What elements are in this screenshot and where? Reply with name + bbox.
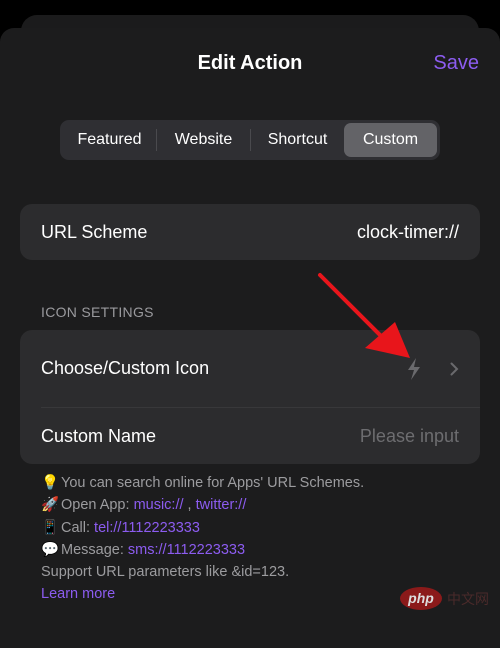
separator: , [183, 497, 196, 514]
segmented-control: Featured Website Shortcut Custom [60, 120, 440, 160]
watermark-logo: php [400, 587, 442, 610]
custom-name-label: Custom Name [41, 425, 157, 446]
page-title: Edit Action [197, 52, 303, 74]
help-line-call: 📱 Call: tel://1112223333 [41, 517, 364, 539]
url-scheme-input[interactable]: clock-timer:// [357, 222, 459, 243]
help-line-params: Support URL parameters like &id=123. [41, 564, 290, 581]
help-text: 💡 You can search online for Apps' URL Sch… [41, 472, 364, 606]
twitter-link[interactable]: twitter:// [196, 497, 247, 513]
sms-link[interactable]: sms://1112223333 [128, 542, 245, 558]
tab-website[interactable]: Website [157, 123, 250, 157]
speech-bubble-icon: 💬 [41, 541, 60, 558]
watermark-text: 中文网 [447, 590, 489, 607]
message-label: Message: [61, 541, 128, 558]
choose-icon-label: Choose/Custom Icon [41, 358, 210, 378]
save-button[interactable]: Save [433, 52, 479, 75]
url-scheme-row[interactable]: URL Scheme clock-timer:// [20, 204, 480, 260]
call-label: Call: [61, 519, 95, 536]
help-line-open-app: 🚀 Open App: music:// , twitter:// [41, 494, 364, 516]
url-scheme-label: URL Scheme [41, 221, 148, 242]
watermark: php 中文网 [400, 587, 489, 610]
icon-settings-header: ICON SETTINGS [41, 304, 154, 320]
tab-shortcut[interactable]: Shortcut [251, 123, 344, 157]
lightbulb-icon: 💡 [41, 475, 60, 491]
chevron-right-icon [450, 362, 459, 375]
help-line-search: 💡 You can search online for Apps' URL Sch… [41, 472, 364, 494]
rocket-icon: 🚀 [41, 497, 60, 514]
help-search-text: You can search online for Apps' URL Sche… [61, 475, 365, 491]
annotation-arrow-icon [318, 273, 410, 358]
custom-name-input[interactable]: Please input [360, 426, 459, 447]
help-line-message: 💬 Message: sms://1112223333 [41, 539, 364, 561]
open-app-label: Open App: [61, 497, 134, 514]
url-scheme-card: URL Scheme clock-timer:// [20, 204, 480, 260]
custom-name-row[interactable]: Custom Name Please input [20, 408, 480, 464]
phone-icon: 📱 [41, 519, 60, 536]
tel-link[interactable]: tel://1112223333 [94, 520, 200, 536]
learn-more-link[interactable]: Learn more [41, 583, 364, 605]
music-link[interactable]: music:// [134, 497, 184, 513]
tab-custom[interactable]: Custom [344, 123, 437, 157]
tab-featured[interactable]: Featured [63, 123, 156, 157]
